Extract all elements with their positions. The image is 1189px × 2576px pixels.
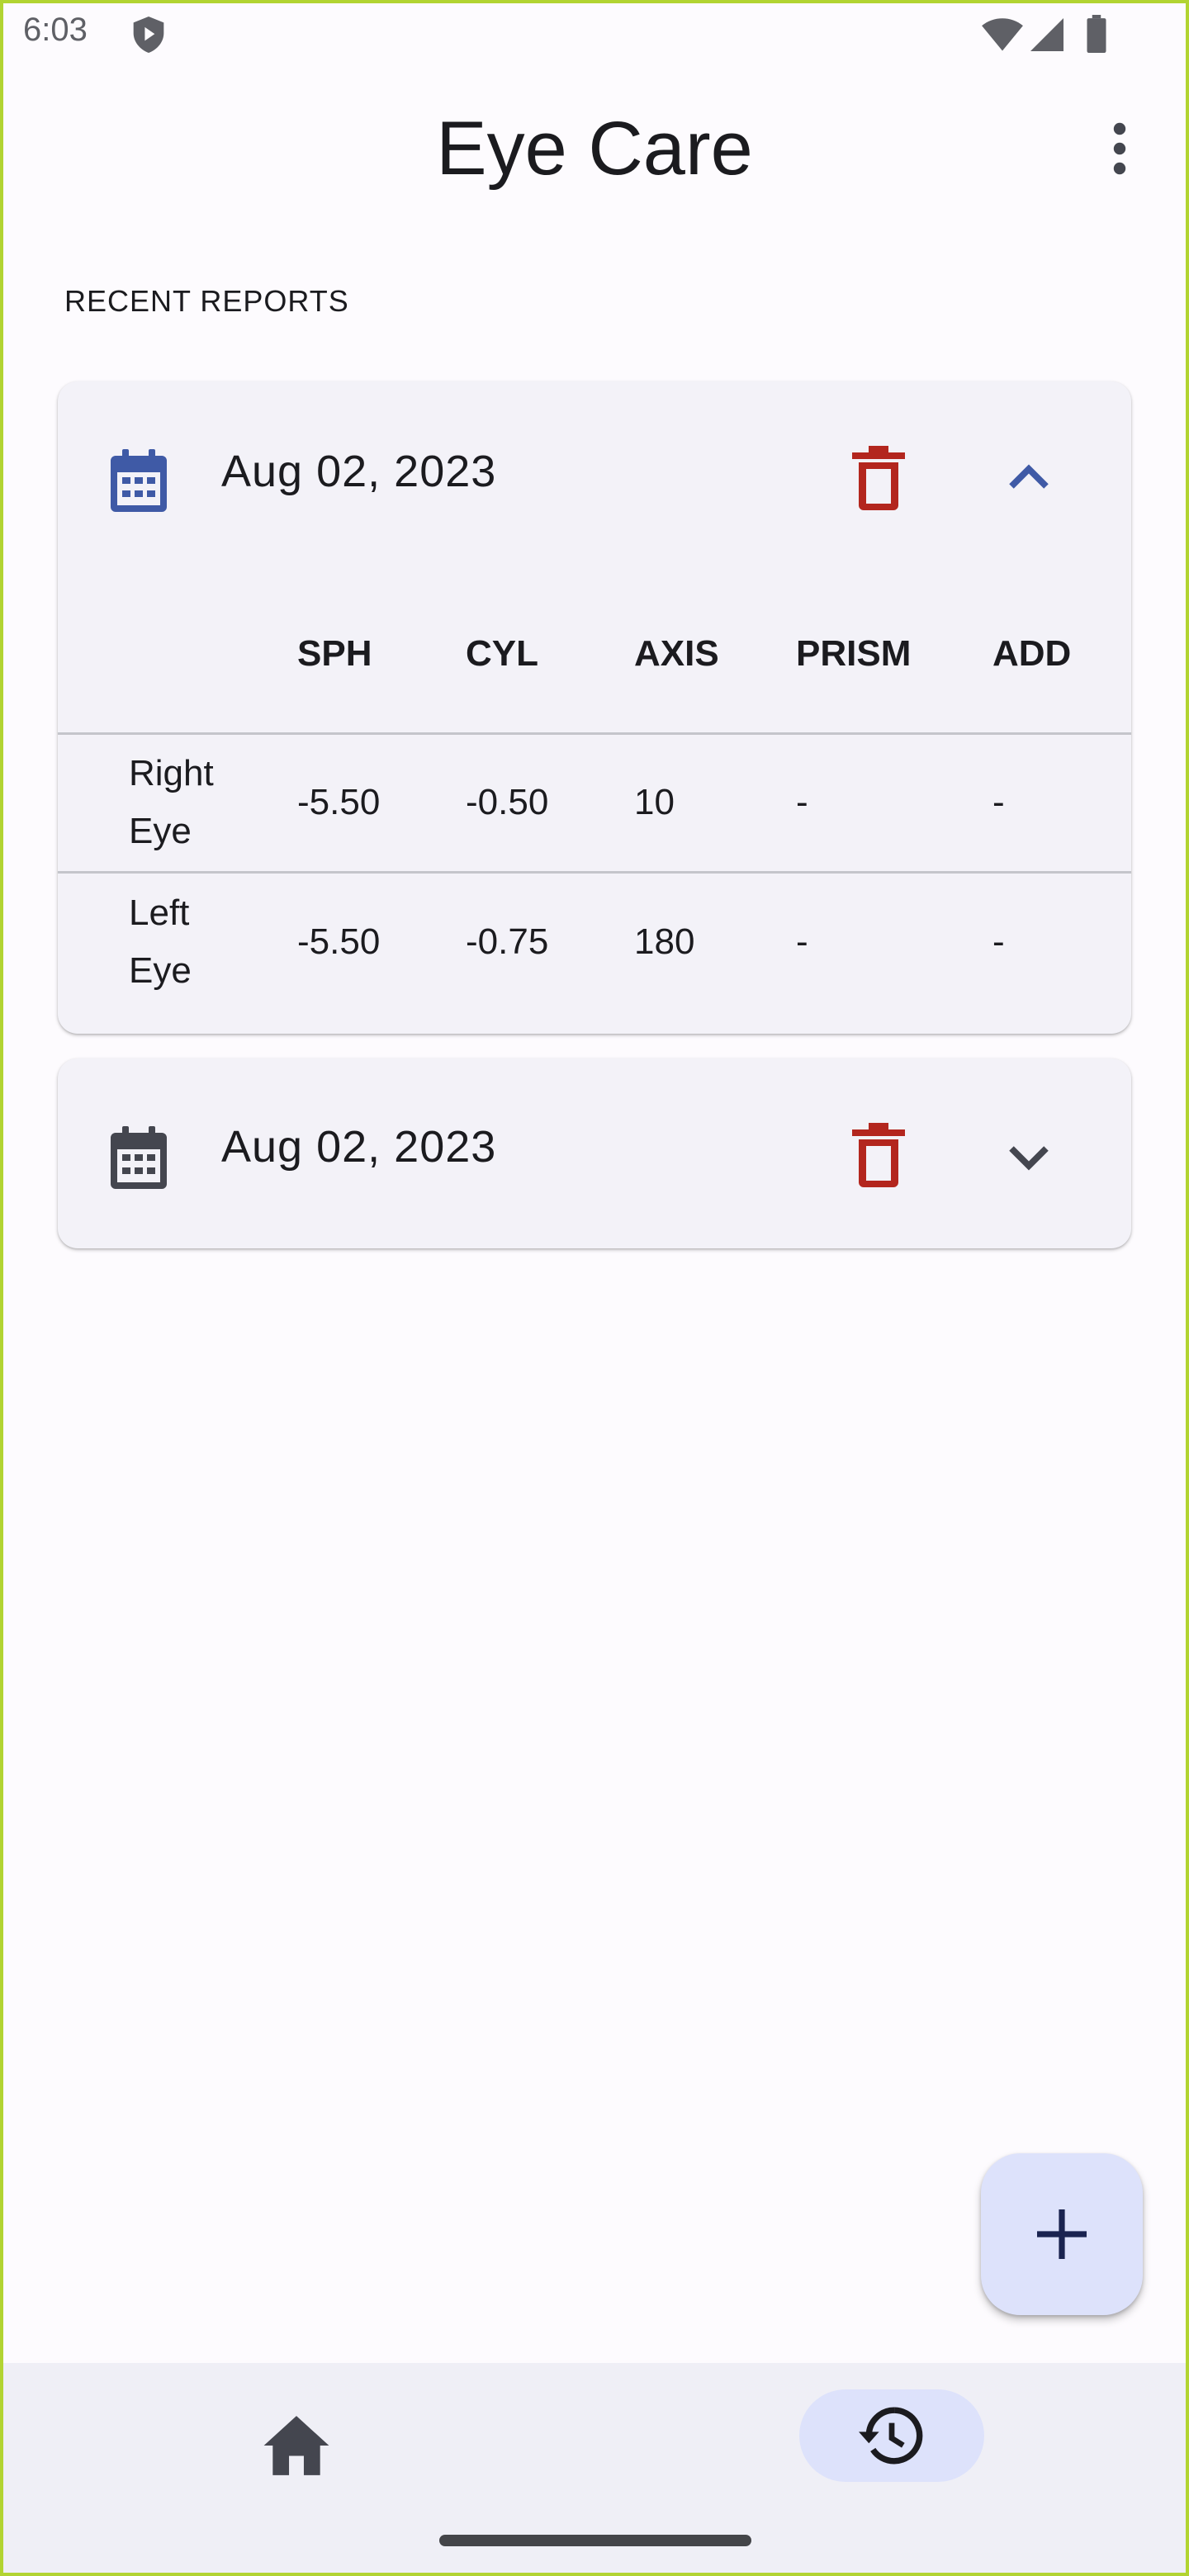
gesture-handle (439, 2535, 751, 2546)
axis-value: 10 (634, 733, 796, 874)
bottom-navigation (0, 2363, 1189, 2576)
more-vert-icon[interactable] (1103, 121, 1136, 177)
status-time: 6:03 (23, 12, 88, 48)
status-bar: 6:03 (0, 0, 1189, 69)
table-row: Left Eye -5.50 -0.75 180 - - (58, 872, 1131, 1011)
calendar-icon (111, 449, 167, 512)
cyl-value: -0.75 (466, 921, 549, 962)
report-date: Aug 02, 2023 (221, 447, 497, 496)
battery-icon (1087, 15, 1106, 53)
report-card-header[interactable]: Aug 02, 2023 (58, 381, 1131, 571)
prescription-table: SPH CYL AXIS PRISM ADD Right Eye -5.50 -… (58, 571, 1131, 1011)
column-header-cyl: CYL (466, 571, 634, 735)
sph-value: -5.50 (297, 733, 466, 874)
report-card-collapsed[interactable]: Aug 02, 2023 (58, 1058, 1131, 1248)
home-icon[interactable] (261, 2413, 332, 2479)
wifi-icon (982, 18, 1023, 51)
report-date: Aug 02, 2023 (221, 1122, 497, 1172)
table-row: Right Eye -5.50 -0.50 10 - - (58, 733, 1131, 874)
shield-play-icon (133, 17, 164, 53)
eye-label: Right Eye (58, 733, 297, 874)
history-icon (859, 2407, 923, 2465)
table-header-row: SPH CYL AXIS PRISM ADD (58, 571, 1131, 735)
column-header-axis: AXIS (634, 571, 796, 735)
eye-label-text: Right Eye (129, 753, 214, 851)
report-card-header[interactable]: Aug 02, 2023 (58, 1058, 1131, 1248)
sph-value: -5.50 (297, 921, 381, 962)
chevron-down-icon[interactable] (999, 1126, 1059, 1186)
cyl-value: -0.50 (466, 733, 634, 874)
add-value: - (992, 733, 1131, 874)
page-title: Eye Care (436, 107, 753, 191)
prism-value: - (796, 733, 992, 874)
report-card-expanded: Aug 02, 2023 SPH CYL AXIS PRISM ADD Righ… (58, 381, 1131, 1034)
column-header (58, 571, 297, 735)
eye-label: Left Eye (58, 872, 297, 1011)
nav-item-history[interactable] (799, 2389, 984, 2482)
delete-icon[interactable] (849, 446, 908, 512)
add-report-button[interactable] (981, 2153, 1143, 2315)
add-value: - (992, 921, 1005, 962)
signal-icon (1030, 18, 1063, 51)
column-header-add: ADD (992, 571, 1131, 735)
chevron-up-icon[interactable] (999, 449, 1059, 509)
axis-value: 180 (634, 921, 695, 962)
eye-label-text: Left Eye (129, 892, 192, 991)
prism-value: - (796, 921, 808, 962)
column-header-prism: PRISM (796, 571, 992, 735)
delete-icon[interactable] (849, 1123, 908, 1189)
add-icon (1037, 2209, 1087, 2259)
section-label: RECENT REPORTS (64, 284, 349, 318)
calendar-icon (111, 1126, 167, 1189)
column-header-sph: SPH (297, 571, 466, 735)
